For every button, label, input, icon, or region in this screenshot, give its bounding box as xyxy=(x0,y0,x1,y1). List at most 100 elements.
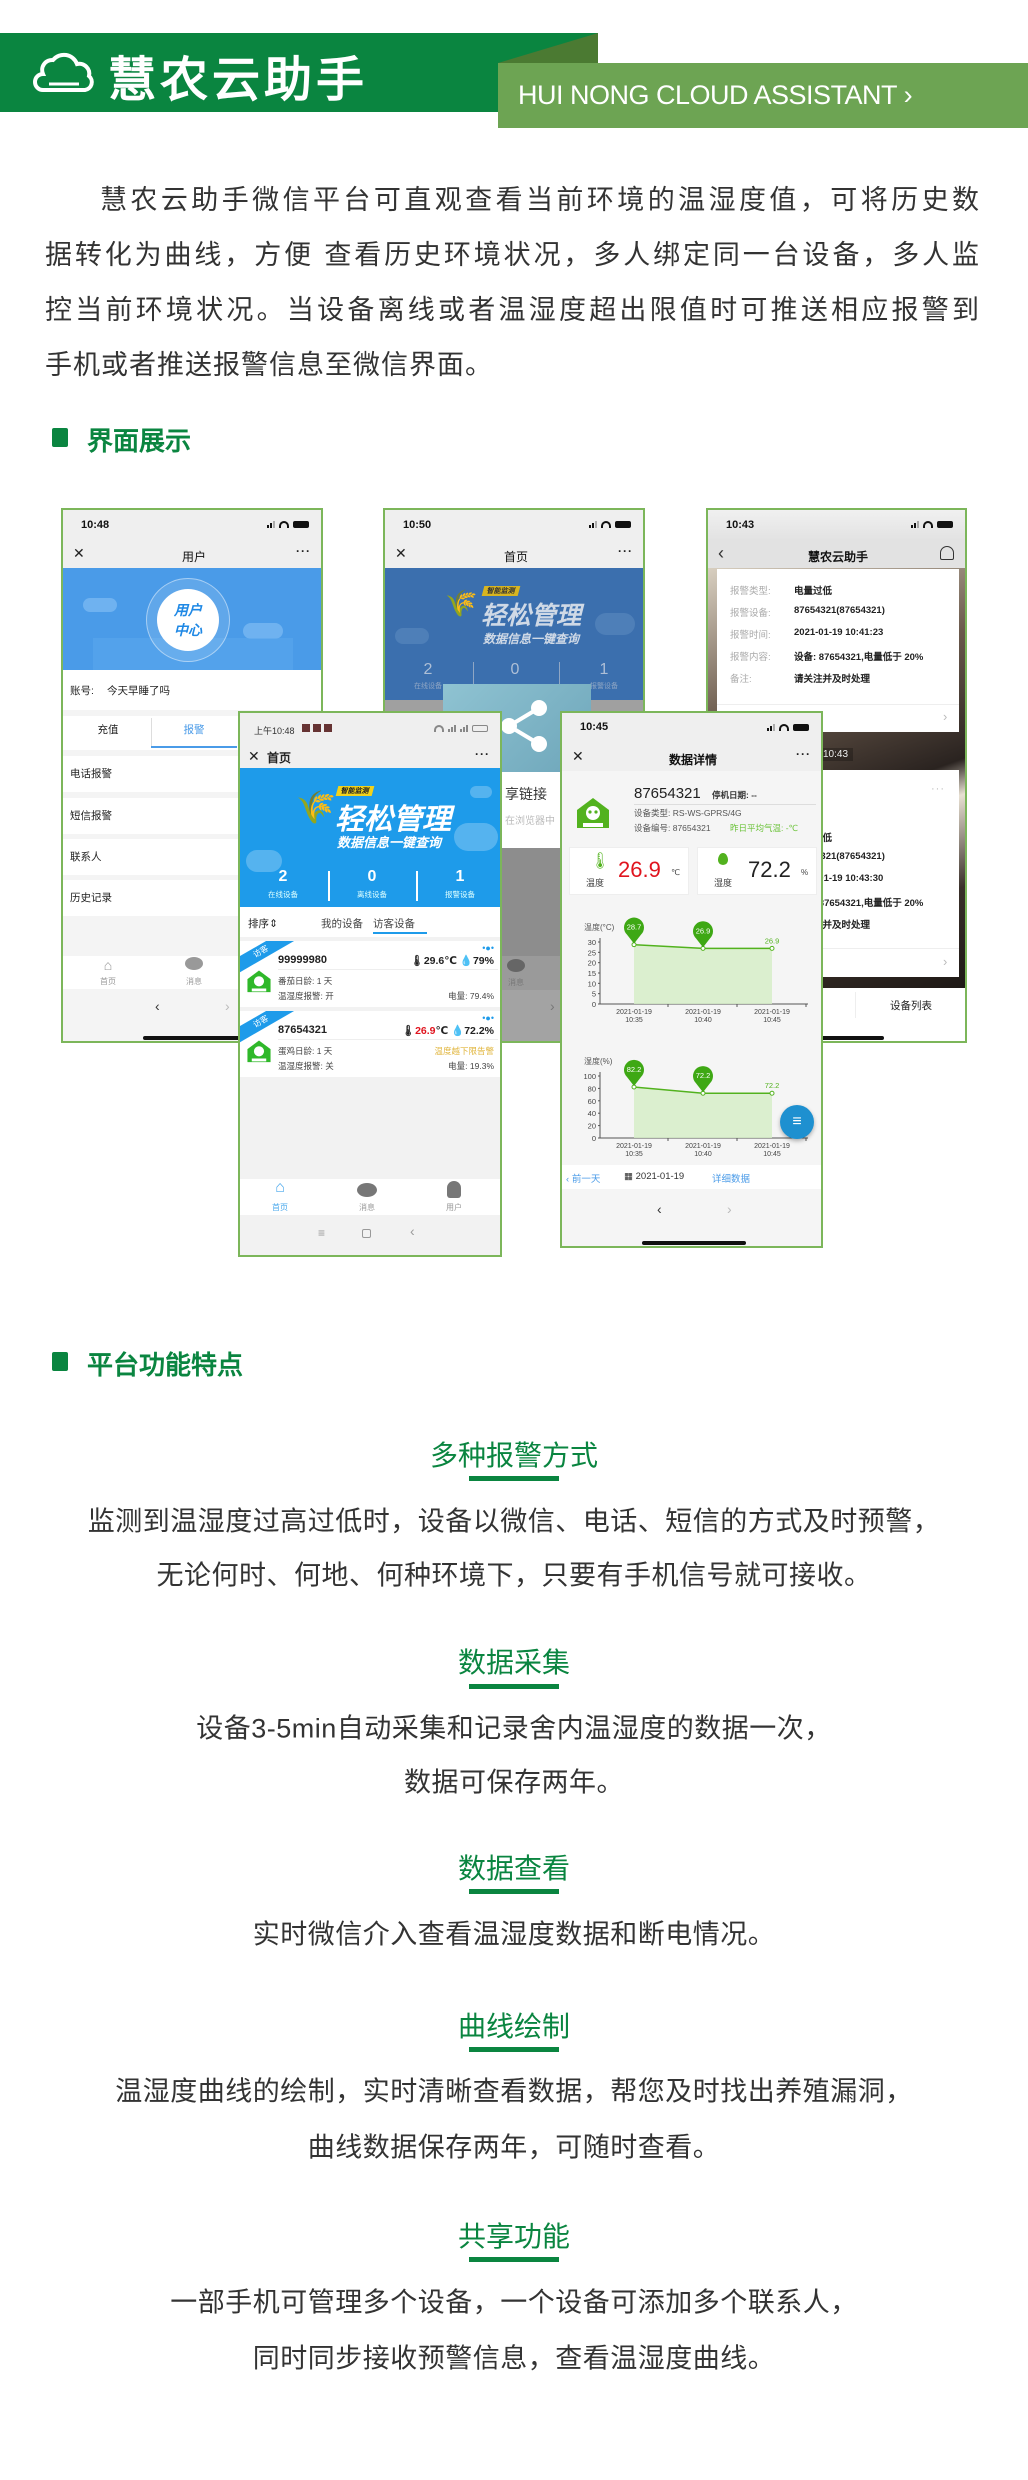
date-bar: ‹ 前一天 ▦ 2021-01-19 详细数据 xyxy=(562,1165,821,1189)
data-label: 72.2 xyxy=(696,1071,711,1080)
back-icon[interactable]: ‹ xyxy=(657,1201,662,1217)
wheat-icon: 🌾 xyxy=(296,789,336,825)
status-icons xyxy=(767,724,809,731)
prev-day-link[interactable]: ‹ 前一天 xyxy=(566,1171,600,1185)
home-button-icon[interactable] xyxy=(362,1229,371,1238)
close-icon[interactable]: ✕ xyxy=(572,748,584,765)
battery-level: 电量: 19.3% xyxy=(448,1061,494,1071)
menu-fab-button[interactable]: ≡ xyxy=(780,1105,814,1139)
user-icon[interactable] xyxy=(447,1181,461,1198)
tab-visitor-devices[interactable]: 访客设备 xyxy=(373,916,415,931)
chat-icon[interactable] xyxy=(357,1183,377,1197)
nav-title: 数据详情 xyxy=(668,753,718,767)
forward-icon[interactable]: › xyxy=(550,998,555,1014)
chevron-right-icon[interactable]: › xyxy=(943,709,947,724)
section-title-features: 平台功能特点 xyxy=(87,1350,244,1380)
menu-icon[interactable]: ≡ xyxy=(318,1226,325,1240)
feature-text: 实时微信介入查看温湿度数据和断电情况。 xyxy=(252,1919,776,1950)
home-icon[interactable]: ⌂ xyxy=(104,957,112,973)
device-card[interactable]: 访客 •●• 99999980 🌡29.6℃ 💧79% 番茄日龄: 1 天 温湿… xyxy=(240,941,500,1007)
y-tick-label: 20 xyxy=(588,1122,596,1131)
forward-icon[interactable]: › xyxy=(225,998,230,1014)
water-drop-icon xyxy=(718,853,728,865)
device-card[interactable]: 访客 •●• 87654321 🌡26.9℃ 💧72.2% 蛋鸡日龄: 1 天 … xyxy=(240,1011,500,1077)
alarm-field-value: 设备: 87654321,电量低于 20% xyxy=(794,652,924,663)
alarm-field-label: 报警设备: xyxy=(730,608,771,619)
nav-title: 用户 xyxy=(181,550,207,564)
nav-title: 首页 xyxy=(267,751,292,765)
axis-label: 湿度(%) xyxy=(584,1056,613,1066)
tab-alarm[interactable]: 报警 xyxy=(184,722,205,737)
alarm-field-value: 电量过低 xyxy=(794,586,833,597)
feature-underline xyxy=(469,1889,559,1894)
feature-underline xyxy=(469,1684,559,1689)
more-icon[interactable]: ··· xyxy=(296,544,311,558)
chat-icon xyxy=(507,959,525,972)
close-icon[interactable]: ✕ xyxy=(73,545,85,562)
nav-title: 慧农云助手 xyxy=(807,550,869,564)
feature-underline xyxy=(469,2047,559,2052)
data-label: 72.2 xyxy=(765,1081,780,1090)
back-icon[interactable]: ‹ xyxy=(155,998,160,1014)
status-icons xyxy=(589,521,631,528)
x-tick-label: 2021-01-19 10:35 xyxy=(616,1143,652,1158)
section-marker xyxy=(52,1352,68,1371)
thermometer-icon: 🌡 xyxy=(410,955,424,967)
account-label: 账号: xyxy=(70,685,94,697)
status-time: 10:50 xyxy=(403,519,432,531)
status-icons xyxy=(911,521,953,528)
more-icon[interactable]: ··· xyxy=(475,747,490,761)
temperature-chart: 温度(°C) 05 101520 2530 2021-01-19 10:35 2021-01… xyxy=(584,917,808,1024)
data-label: 28.7 xyxy=(627,923,642,932)
more-icon[interactable]: ··· xyxy=(931,783,945,795)
temperature-value: 26.9 xyxy=(618,857,661,882)
more-icon[interactable]: ··· xyxy=(796,747,811,761)
banner-subtitle: 数据信息一键查询 xyxy=(337,835,442,850)
y-tick-label: 0 xyxy=(592,1000,596,1009)
phone-detail-screen: 10:45 ✕ 数据详情 ··· 87654321 停机日期: -- 设备类型:… xyxy=(560,711,823,1248)
chevron-right-icon[interactable]: › xyxy=(943,954,947,969)
back-icon[interactable]: ‹ xyxy=(410,1223,415,1239)
feature-title: 数据查看 xyxy=(457,1853,571,1884)
tab-my-devices[interactable]: 我的设备 xyxy=(321,916,363,931)
feature-text: 同时同步接收预警信息，查看温湿度曲线。 xyxy=(252,2343,776,2374)
x-tick-label: 2021-01-19 10:45 xyxy=(754,1009,790,1024)
close-icon[interactable]: ✕ xyxy=(248,748,260,765)
detail-data-link[interactable]: 详细数据 xyxy=(712,1171,750,1185)
chat-icon[interactable] xyxy=(185,957,203,970)
device-id: 87654321 xyxy=(634,785,701,802)
alarm-card[interactable]: 报警类型: 电量过低 报警设备: 87654321(87654321) 报警时间: 202… xyxy=(717,569,959,732)
feature-title: 曲线绘制 xyxy=(457,2011,571,2042)
x-tick-label: 2021-01-19 10:40 xyxy=(685,1143,721,1158)
calendar-icon: ▦ xyxy=(624,1171,633,1182)
area-fill xyxy=(634,944,772,1004)
device-id: 99999980 xyxy=(278,954,327,966)
x-tick-label: 2021-01-19 10:35 xyxy=(616,1009,652,1024)
y-tick-label: 0 xyxy=(592,1134,596,1143)
avatar[interactable]: 用户 中心 xyxy=(157,589,219,651)
x-tick-label: 2021-01-19 10:45 xyxy=(754,1143,790,1158)
sort-button[interactable]: 排序⇕ xyxy=(248,916,278,931)
alarm-field-label: 备注: xyxy=(730,674,752,685)
user-icon[interactable] xyxy=(940,546,954,560)
feature-title: 数据采集 xyxy=(457,1647,571,1678)
sort-icon: ⇕ xyxy=(269,918,278,930)
status-time: 10:45 xyxy=(580,721,609,733)
user-banner: 用户 中心 xyxy=(63,568,321,670)
y-tick-label: 15 xyxy=(588,969,596,978)
back-icon[interactable]: ‹ xyxy=(718,543,724,564)
home-icon[interactable]: ⌂ xyxy=(275,1179,285,1197)
alarm-field-label: 报警内容: xyxy=(730,652,771,663)
header-subtitle-link[interactable]: HUI NONG CLOUD ASSISTANT › xyxy=(518,80,913,111)
data-point xyxy=(769,1090,775,1096)
water-drop-icon: 💧 xyxy=(451,1025,465,1037)
close-icon[interactable]: ✕ xyxy=(395,545,407,562)
tab-recharge[interactable]: 充值 xyxy=(98,722,119,737)
date-picker[interactable]: ▦ 2021-01-19 xyxy=(624,1171,684,1182)
forward-icon[interactable]: › xyxy=(727,1201,732,1217)
phone-home-screen: 上午10:48 ✕ 首页 ··· 🌾 智能监测 轻松管理 数据信息一键查询 2 … xyxy=(238,711,502,1257)
alarm-field-value: 请关注并及时处理 xyxy=(794,674,871,685)
menu-device-list[interactable]: 设备列表 xyxy=(890,998,932,1013)
more-icon[interactable]: ··· xyxy=(618,544,633,558)
home-indicator xyxy=(642,1241,746,1245)
